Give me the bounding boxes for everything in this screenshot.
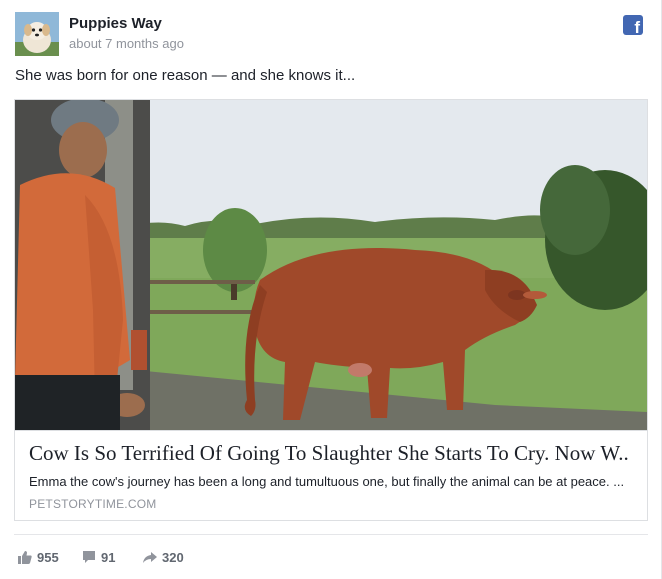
link-preview-image[interactable] [15,100,647,430]
page-avatar[interactable] [15,12,59,56]
likes-value: 955 [37,549,59,565]
share-arrow-icon [143,552,157,563]
link-description: Emma the cow's journey has been a long a… [29,474,625,489]
comments-count[interactable]: 91 [82,548,115,566]
link-headline[interactable]: Cow Is So Terrified Of Going To Slaughte… [29,441,635,466]
comments-value: 91 [101,549,116,565]
speech-bubble-icon [83,551,95,563]
link-preview-card[interactable]: Cow Is So Terrified Of Going To Slaughte… [14,99,648,521]
post-card: Puppies Way about 7 months ago f She was… [0,0,662,579]
stats-divider [14,534,648,535]
post-timestamp[interactable]: about 7 months ago [69,36,184,51]
shares-count[interactable]: 320 [143,548,184,566]
thumbs-up-icon [18,551,32,564]
likes-count[interactable]: 955 [18,548,59,566]
page-name-link[interactable]: Puppies Way [69,15,162,32]
facebook-icon[interactable]: f [623,15,643,37]
link-domain: PETSTORYTIME.COM [29,497,157,511]
link-preview-text[interactable]: Cow Is So Terrified Of Going To Slaughte… [15,430,647,520]
shares-value: 320 [162,549,184,565]
post-caption: She was born for one reason — and she kn… [15,67,356,84]
